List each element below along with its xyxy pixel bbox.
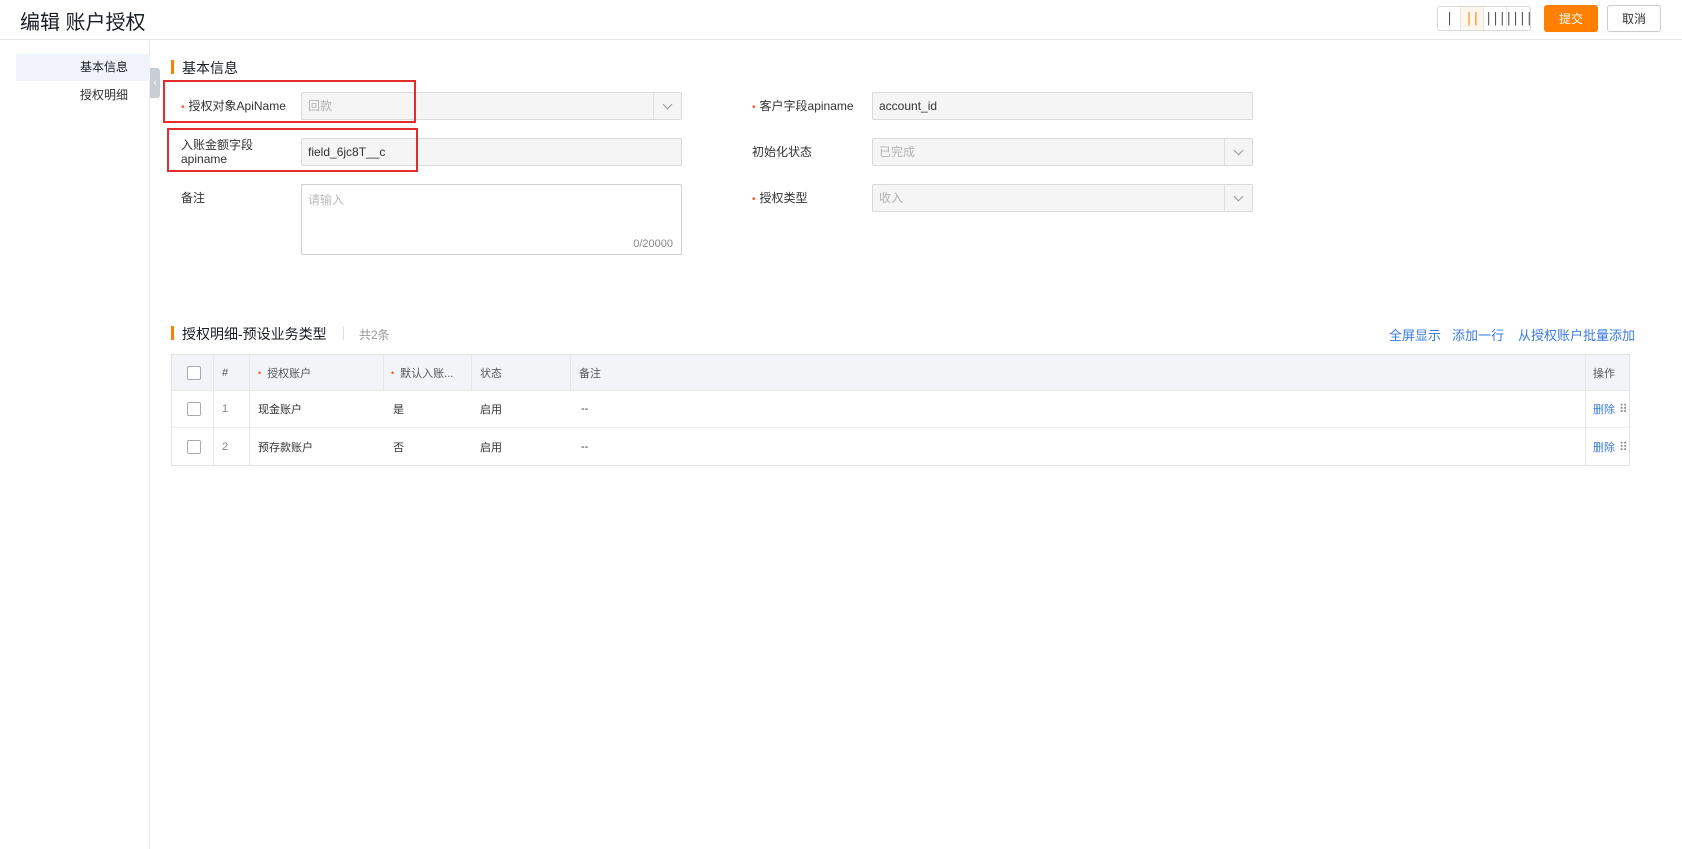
object-api-select[interactable]: 回款 xyxy=(301,92,682,120)
layout-2-column-button[interactable]: || xyxy=(1461,7,1484,30)
column-header-index: # xyxy=(222,366,229,379)
select-all-checkbox[interactable] xyxy=(187,365,201,380)
object-api-label: • 授权对象ApiName xyxy=(181,99,286,113)
layout-4-column-button[interactable]: |||| xyxy=(1505,7,1530,30)
layout-3-column-button[interactable]: ||| xyxy=(1484,7,1507,30)
fullscreen-link[interactable]: 全屏显示 xyxy=(1389,325,1441,344)
row-index: 2 xyxy=(222,440,229,453)
init-status-label: 初始化状态 xyxy=(752,145,813,159)
row-default[interactable]: 否 xyxy=(393,428,404,465)
required-marker: • xyxy=(752,102,756,113)
required-marker: • xyxy=(258,367,262,378)
layout-column-switcher: | || ||| |||| xyxy=(1437,6,1531,31)
add-row-link[interactable]: 添加一行 xyxy=(1452,325,1504,344)
column-header-status[interactable]: 状态 xyxy=(480,355,502,390)
row-checkbox[interactable] xyxy=(187,402,201,416)
auth-type-label: • 授权类型 xyxy=(752,191,808,205)
required-marker: • xyxy=(391,367,395,378)
chevron-down-icon xyxy=(653,93,681,119)
row-account[interactable]: 现金账户 xyxy=(258,391,302,427)
row-status[interactable]: 启用 xyxy=(480,391,502,427)
delete-row-link[interactable]: 删除 xyxy=(1593,401,1615,417)
batch-add-link[interactable]: 从授权账户批量添加 xyxy=(1518,325,1635,344)
drag-handle-icon[interactable]: ⠿ xyxy=(1619,402,1628,416)
auth-detail-table: # • 授权账户 • 默认入账... 状态 备注 操作 1 现金账户 是 启用 --… xyxy=(171,354,1630,466)
sidebar-item-basic-info[interactable]: 基本信息 xyxy=(16,54,150,81)
section-nav-sidebar: 基本信息 授权明细 xyxy=(0,41,150,849)
sidebar-collapse-handle[interactable]: ‹ xyxy=(150,68,160,98)
chevron-down-icon xyxy=(1224,139,1252,165)
column-header-action: 操作 xyxy=(1593,367,1615,380)
cancel-button[interactable]: 取消 xyxy=(1607,5,1661,32)
table-header: # • 授权账户 • 默认入账... 状态 备注 操作 xyxy=(172,355,1629,391)
row-actions: 删除 ⠿ xyxy=(1593,428,1628,465)
customer-field-input[interactable]: account_id xyxy=(872,92,1253,120)
layout-1-column-button[interactable]: | xyxy=(1438,7,1461,30)
row-default[interactable]: 是 xyxy=(393,391,404,427)
column-header-remark[interactable]: 备注 xyxy=(579,355,601,390)
row-checkbox[interactable] xyxy=(187,439,201,454)
row-account[interactable]: 预存款账户 xyxy=(258,428,313,465)
page-title: 编辑 账户授权 xyxy=(20,12,146,34)
row-remark[interactable]: -- xyxy=(581,428,588,465)
required-marker: • xyxy=(181,102,185,113)
row-remark[interactable]: -- xyxy=(581,391,588,427)
delete-row-link[interactable]: 删除 xyxy=(1593,439,1615,455)
section-title-basic-info: 基本信息 xyxy=(171,58,238,78)
auth-type-select[interactable]: 收入 xyxy=(872,184,1253,212)
sidebar-item-auth-detail[interactable]: 授权明细 xyxy=(16,82,150,109)
table-row[interactable]: 1 现金账户 是 启用 -- 删除 ⠿ xyxy=(172,391,1629,428)
remark-char-count: 0/20000 xyxy=(633,238,673,250)
section-title-auth-detail: 授权明细-预设业务类型 xyxy=(171,324,327,344)
init-status-select[interactable]: 已完成 xyxy=(872,138,1253,166)
customer-field-label: • 客户字段apiname xyxy=(752,99,854,113)
chevron-down-icon xyxy=(1224,185,1252,211)
submit-button[interactable]: 提交 xyxy=(1544,5,1598,32)
remark-placeholder: 请输入 xyxy=(308,193,345,207)
divider xyxy=(343,327,344,340)
record-count: 共2条 xyxy=(359,328,390,342)
amount-field-input[interactable]: field_6jc8T__c xyxy=(301,138,682,166)
row-actions: 删除 ⠿ xyxy=(1593,391,1628,427)
drag-handle-icon[interactable]: ⠿ xyxy=(1619,440,1628,454)
remark-label: 备注 xyxy=(181,191,206,205)
column-header-account[interactable]: • 授权账户 xyxy=(258,355,311,390)
required-marker: • xyxy=(752,194,756,205)
row-index: 1 xyxy=(222,403,229,415)
row-status[interactable]: 启用 xyxy=(480,428,502,465)
remark-textarea[interactable]: 请输入 0/20000 xyxy=(301,184,682,255)
page-header: 编辑 账户授权 | || ||| |||| 提交 取消 xyxy=(0,0,1682,40)
table-row[interactable]: 2 预存款账户 否 启用 -- 删除 ⠿ xyxy=(172,428,1629,465)
column-header-default[interactable]: • 默认入账... xyxy=(391,355,453,390)
amount-field-label: 入账金额字段 apiname xyxy=(181,138,254,166)
